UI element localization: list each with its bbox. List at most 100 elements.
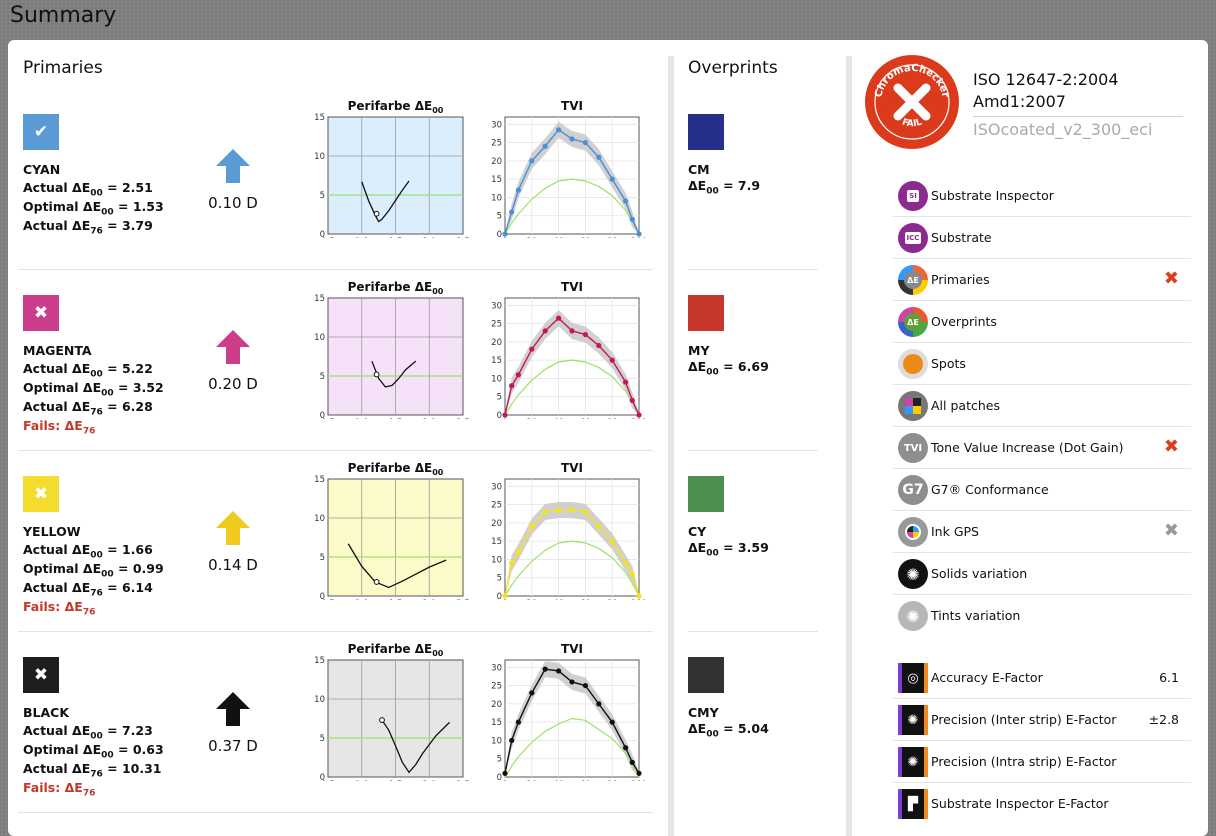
optimum-marker: [373, 371, 380, 378]
overprint-name: MY: [688, 343, 710, 358]
ink-swatch: ✖: [23, 295, 59, 331]
overprints-title: Overprints: [688, 58, 778, 78]
x-tick-label: 60: [580, 780, 591, 781]
nav-item-ink-gps[interactable]: Ink GPS ✖: [896, 514, 1191, 550]
x-tick-label: 1.5: [389, 237, 403, 238]
icon-glyph: [905, 524, 921, 540]
y-tick-label: 30: [491, 663, 502, 673]
nav-separator: [893, 342, 1191, 343]
x-tick-label: 60: [580, 418, 591, 419]
y-tick-label: 0: [497, 773, 502, 781]
overprint-separator: [688, 269, 818, 270]
actual-de76: Actual ΔE76 = 3.79: [23, 218, 153, 237]
y-tick-label: 10: [491, 193, 502, 203]
nav-separator: [893, 426, 1191, 427]
nav-item-accuracy-e-factor[interactable]: ◎ Accuracy E-Factor 6.1: [896, 660, 1191, 696]
overprint-name: CM: [688, 162, 710, 177]
x-tick-label: 40: [553, 418, 564, 419]
tvi-chart: TVI 0 20 40 60 80 100 0 5 10 15 20 25 30: [491, 642, 645, 781]
nav-label: Precision (Inter strip) E-Factor: [931, 712, 1117, 727]
overprint-name: CMY: [688, 705, 719, 720]
tvi-point: [529, 523, 535, 530]
y-tick-label: 15: [491, 175, 502, 185]
cross-icon: ✖: [33, 484, 49, 504]
row-separator: [18, 450, 653, 451]
tvi-point: [623, 560, 629, 566]
nav-label: G7® Conformance: [931, 482, 1049, 497]
nav-item-precision-inter-strip-e-factor[interactable]: ✺ Precision (Inter strip) E-Factor ±2.8: [896, 702, 1191, 738]
tvi-point: [542, 143, 548, 149]
tvi-point: [636, 231, 642, 237]
density-arrow-icon: [216, 149, 250, 183]
nav-item-substrate-inspector-e-factor[interactable]: ▛ Substrate Inspector E-Factor: [896, 786, 1191, 822]
nav-label: Substrate Inspector: [931, 188, 1054, 203]
primary-cyan: ✔ CYAN Actual ΔE00 = 2.51 Optimal ΔE00 = 1.…: [23, 99, 663, 295]
row-separator: [18, 812, 653, 813]
summary-card: Primaries Overprints ✔ CYAN Actual ΔE00 = …: [8, 40, 1208, 836]
actual-de76: Actual ΔE76 = 6.14: [23, 580, 153, 599]
nav-item-precision-intra-strip-e-factor[interactable]: ✺ Precision (Intra strip) E-Factor: [896, 744, 1191, 780]
chart-title: Perifarbe ΔE00: [348, 461, 444, 477]
cross-icon: ✖: [33, 665, 49, 685]
nav-item-spots[interactable]: Spots: [896, 346, 1191, 382]
primaries-title: Primaries: [23, 58, 103, 78]
optimal-de00: Optimal ΔE00 = 3.52: [23, 380, 164, 399]
nav-item-tone-value-increase-dot-gain[interactable]: TVI Tone Value Increase (Dot Gain) ✖: [896, 430, 1191, 466]
chart-title: TVI: [561, 642, 583, 656]
fail-stamp: ChromaChecker FAIL: [865, 55, 959, 149]
y-tick-label: 15: [491, 718, 502, 728]
overprint-swatch: [688, 657, 724, 693]
primaries-de-icon: ΔE: [898, 265, 928, 295]
x-tick-label: 0: [502, 237, 507, 238]
x-tick-label: 1.0: [355, 237, 369, 238]
substrate-inspector-efactor-icon: ▛: [898, 789, 928, 819]
tvi-point: [502, 770, 508, 776]
nav-item-all-patches[interactable]: All patches: [896, 388, 1191, 424]
tvi-point: [502, 593, 508, 599]
overprint-de00: ΔE00 = 5.04: [688, 721, 769, 740]
ink-name: BLACK: [23, 705, 70, 720]
nav-label: Ink GPS: [931, 524, 979, 539]
status-fail-icon: ✖: [1163, 268, 1179, 289]
y-tick-label: 15: [491, 356, 502, 366]
y-tick-label: 10: [315, 333, 325, 343]
nav-item-substrate-inspector[interactable]: SI Substrate Inspector: [896, 178, 1191, 214]
x-tick-label: 1.5: [389, 599, 403, 600]
icon-glyph: ICC: [904, 232, 922, 244]
overprint-swatch: [688, 295, 724, 331]
x-tick-label: 20: [526, 780, 537, 781]
overprint-separator: [688, 450, 818, 451]
nav-separator: [893, 782, 1191, 783]
y-tick-label: 0: [497, 230, 502, 238]
efactor-value: ±2.8: [1148, 712, 1179, 727]
density-arrow-icon: [216, 330, 250, 364]
y-tick-label: 10: [315, 152, 325, 162]
x-tick-label: 2.0: [422, 418, 436, 419]
tvi-point: [629, 759, 635, 765]
icon-glyph: SI: [907, 190, 919, 202]
tvi-point: [596, 154, 602, 160]
nav-item-substrate[interactable]: ICC Substrate: [896, 220, 1191, 256]
y-tick-label: 25: [491, 320, 502, 330]
overprint-de00: ΔE00 = 6.69: [688, 359, 769, 378]
x-tick-label: 20: [526, 599, 537, 600]
nav-item-g7-conformance[interactable]: G7 G7® Conformance: [896, 472, 1191, 508]
x-tick-label: 0: [502, 599, 507, 600]
nav-item-overprints[interactable]: ΔE Overprints: [896, 304, 1191, 340]
tvi-point: [629, 397, 635, 403]
y-tick-label: 10: [315, 514, 325, 524]
primary-magenta: ✖ MAGENTA Actual ΔE00 = 5.22 Optimal ΔE00 =…: [23, 280, 663, 476]
tvi-point: [582, 331, 588, 338]
density-arrow-icon: [216, 692, 250, 726]
tvi-chart: TVI 0 20 40 60 80 100 0 5 10 15 20 25 30: [491, 280, 645, 419]
nav-item-solids-variation[interactable]: ✺ Solids variation: [896, 556, 1191, 592]
nav-item-primaries[interactable]: ΔE Primaries ✖: [896, 262, 1191, 298]
density-value: 0.10 D: [208, 194, 258, 212]
precision-inter-efactor-icon: ✺: [898, 705, 928, 735]
density-value: 0.37 D: [208, 737, 258, 755]
nav-separator: [893, 468, 1191, 469]
nav-separator: [893, 384, 1191, 385]
x-tick-label: 1.0: [355, 780, 369, 781]
x-tick-label: 60: [580, 237, 591, 238]
nav-item-tints-variation[interactable]: ✺ Tints variation: [896, 598, 1191, 634]
